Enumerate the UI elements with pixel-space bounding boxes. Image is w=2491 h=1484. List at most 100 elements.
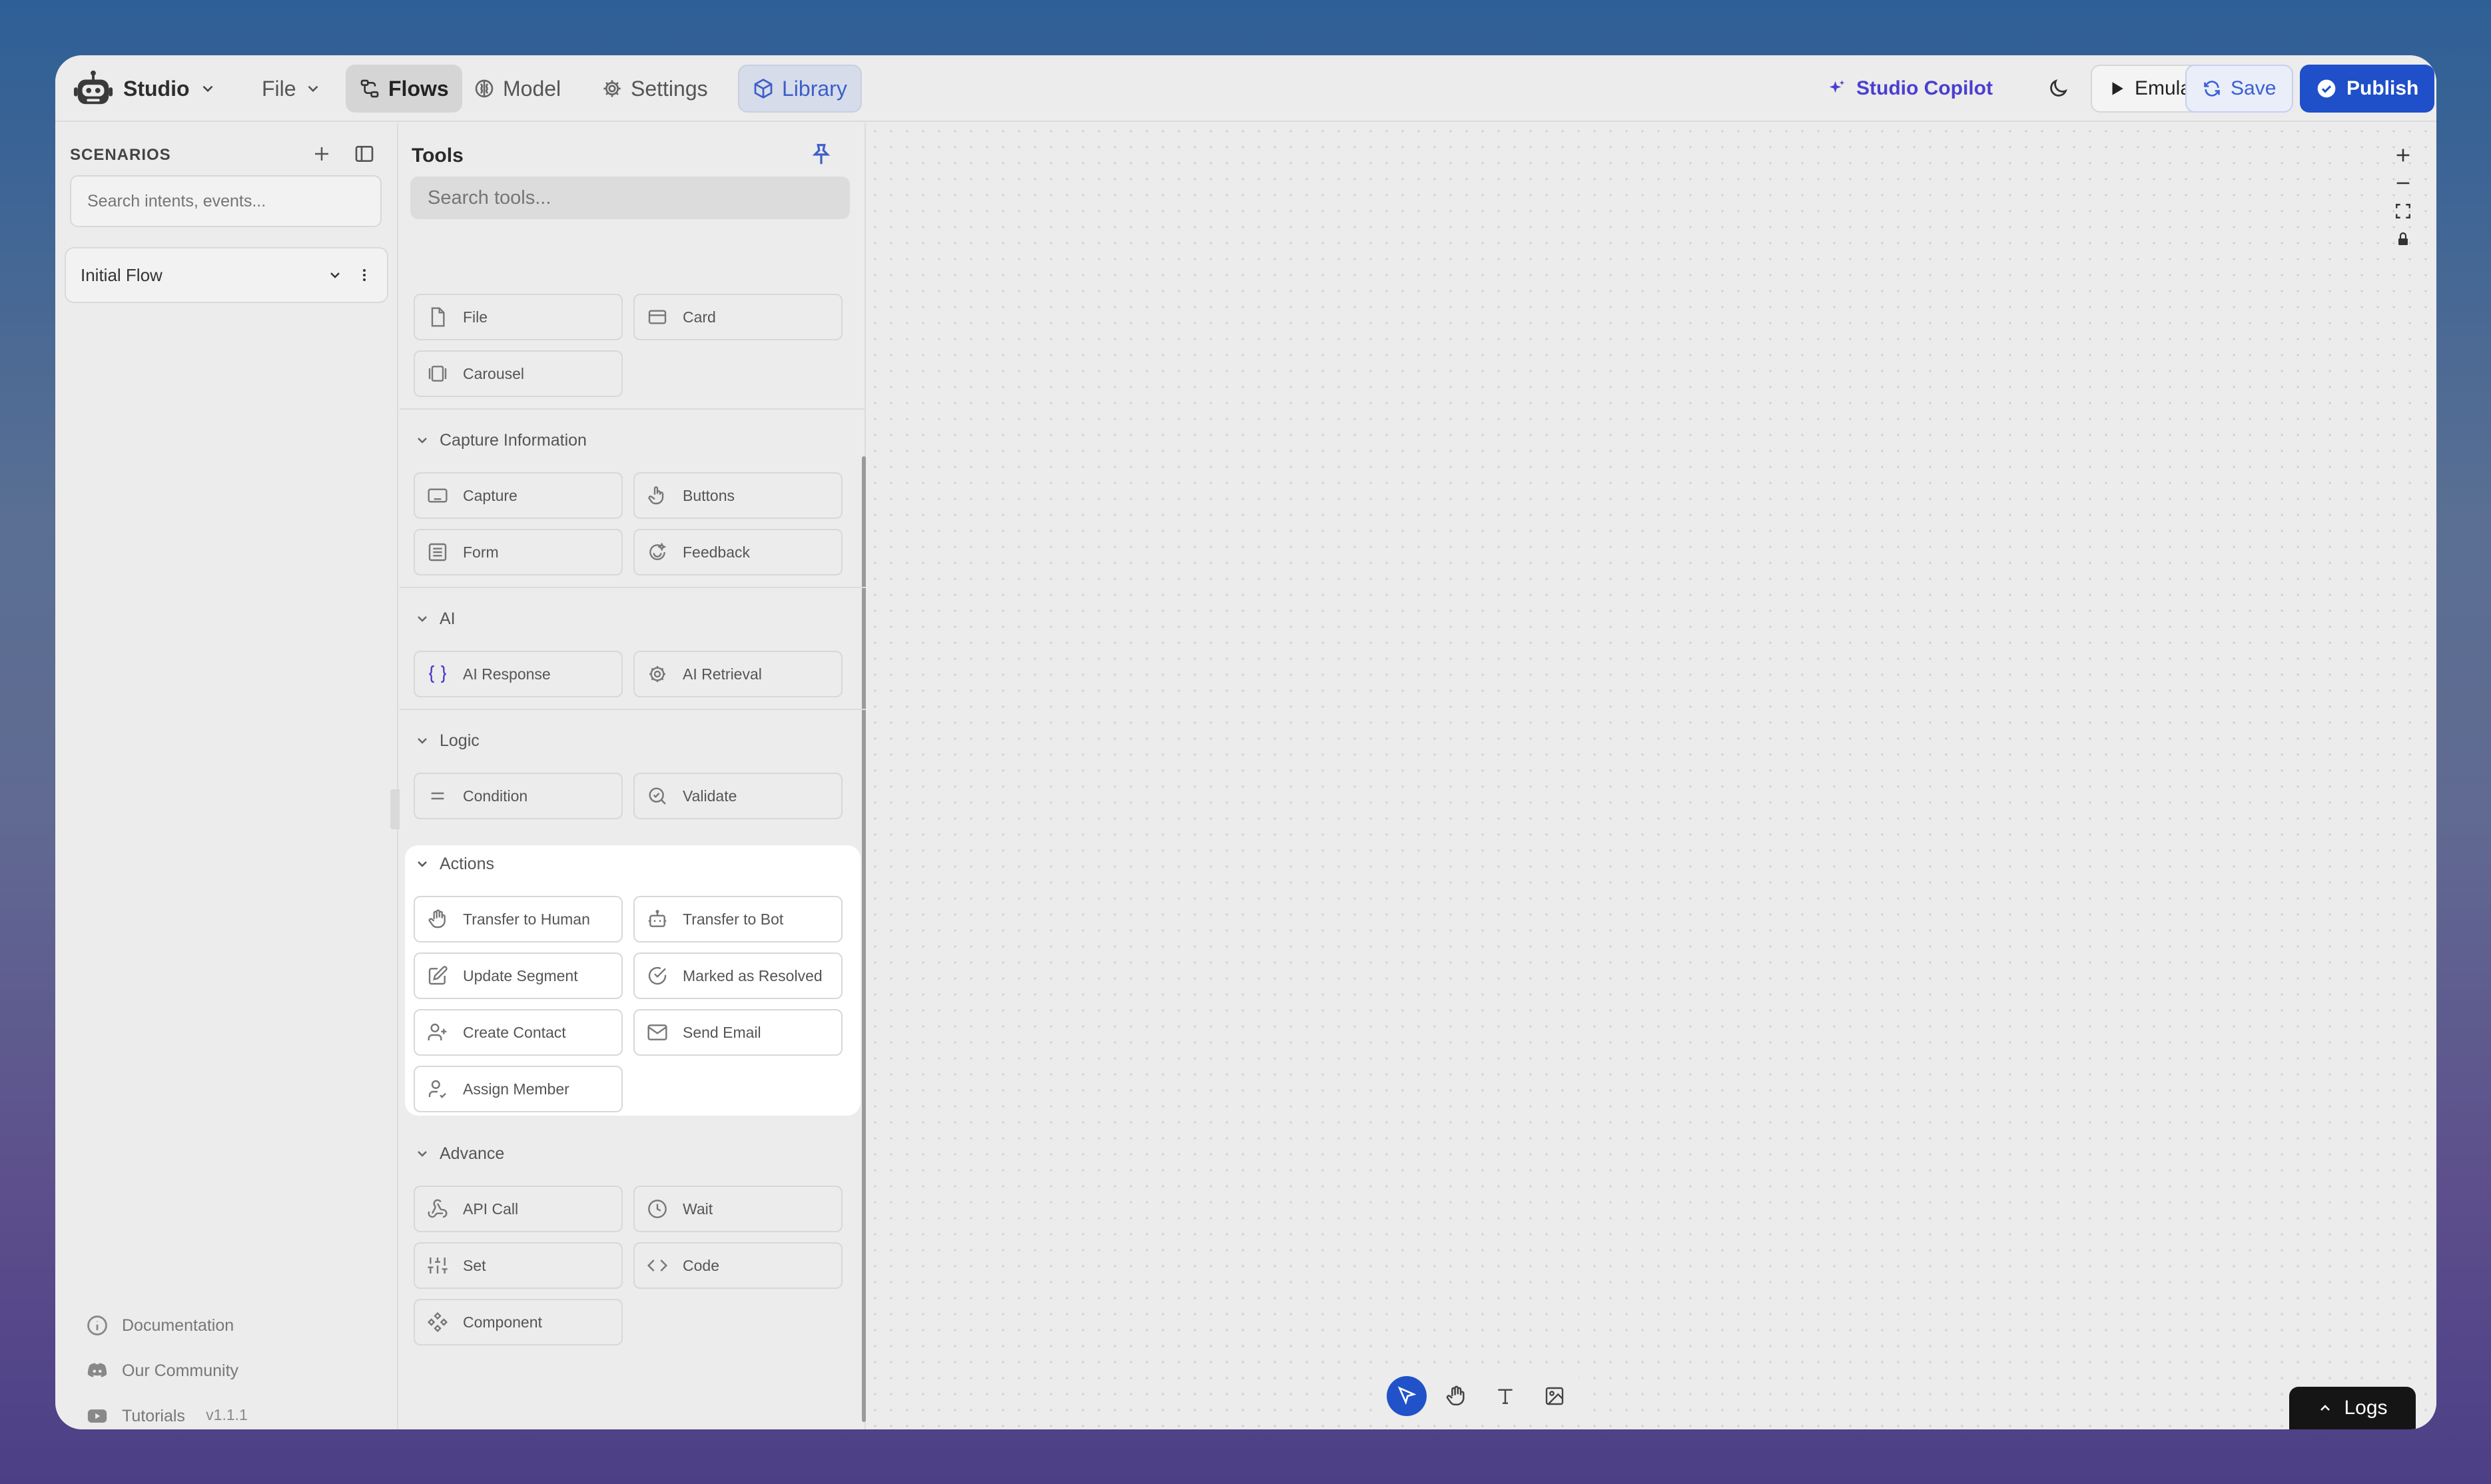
- tool-component[interactable]: Component: [414, 1299, 623, 1345]
- more-vertical-icon[interactable]: [356, 267, 372, 283]
- tool-wait[interactable]: Wait: [633, 1186, 843, 1232]
- tool-send-email[interactable]: Send Email: [633, 1009, 843, 1056]
- section-title: Actions: [440, 854, 494, 873]
- tools-title: Tools: [412, 145, 464, 167]
- tool-marked-as-resolved[interactable]: Marked as Resolved: [633, 952, 843, 999]
- user-check-icon: [428, 1080, 446, 1098]
- panel-resize-handle[interactable]: [390, 789, 400, 829]
- flow-item-initial-flow[interactable]: Initial Flow: [65, 247, 388, 303]
- tool-api-call[interactable]: API Call: [414, 1186, 623, 1232]
- logs-button[interactable]: Logs: [2289, 1387, 2416, 1429]
- image-icon: [1545, 1387, 1564, 1405]
- tool-label: AI Retrieval: [683, 665, 762, 683]
- tab-flows-label: Flows: [388, 76, 449, 101]
- refresh-icon: [2204, 81, 2220, 97]
- theme-toggle[interactable]: [2040, 65, 2076, 113]
- tool-set[interactable]: Set: [414, 1242, 623, 1289]
- tool-label: Create Contact: [463, 1023, 566, 1041]
- tool-condition[interactable]: Condition: [414, 773, 623, 819]
- tool-card[interactable]: Card: [633, 294, 843, 340]
- bot-icon: [648, 910, 667, 927]
- tool-label: File: [463, 308, 488, 326]
- section-ai[interactable]: AI: [414, 605, 456, 632]
- tool-code[interactable]: Code: [633, 1242, 843, 1289]
- divider: [400, 587, 866, 588]
- text-tool-button[interactable]: [1485, 1376, 1525, 1416]
- tool-label: Transfer to Human: [463, 910, 590, 928]
- tab-settings[interactable]: Settings: [588, 65, 721, 113]
- scrollbar-thumb[interactable]: [862, 456, 866, 1422]
- tab-model[interactable]: Model: [460, 65, 574, 113]
- tool-update-segment[interactable]: Update Segment: [414, 952, 623, 999]
- flow-canvas[interactable]: Logs: [867, 123, 2436, 1429]
- chevron-down-icon: [418, 738, 427, 744]
- equals-icon: [431, 792, 444, 800]
- app-version: v1.1.1: [206, 1406, 248, 1423]
- scenarios-heading: SCENARIOS: [70, 146, 171, 164]
- tab-flows[interactable]: Flows: [346, 65, 462, 113]
- package-icon: [754, 79, 773, 99]
- select-tool-button[interactable]: [1387, 1376, 1427, 1416]
- tool-buttons[interactable]: Buttons: [633, 472, 843, 519]
- zoom-out-button[interactable]: [2390, 171, 2416, 195]
- tool-label: Validate: [683, 787, 737, 805]
- publish-button[interactable]: Publish: [2300, 65, 2435, 113]
- section-advance[interactable]: Advance: [414, 1140, 504, 1167]
- chevron-down-icon: [418, 438, 427, 444]
- tool-assign-member[interactable]: Assign Member: [414, 1066, 623, 1112]
- documentation-link[interactable]: Documentation: [86, 1309, 234, 1342]
- save-button[interactable]: Save: [2185, 65, 2294, 113]
- tool-label: Card: [683, 308, 716, 326]
- check-circle-icon: [2317, 79, 2336, 98]
- cursor-icon: [1397, 1386, 1417, 1405]
- tool-label: Assign Member: [463, 1080, 569, 1098]
- section-actions[interactable]: Actions: [414, 851, 494, 877]
- section-title: Advance: [440, 1144, 505, 1163]
- chevron-up-icon: [2320, 1405, 2330, 1411]
- card-icon: [648, 310, 667, 324]
- clock-icon: [648, 1200, 667, 1218]
- studio-copilot-label: Studio Copilot: [1856, 77, 1993, 99]
- moon-icon: [2050, 79, 2068, 97]
- tab-library[interactable]: Library: [738, 65, 862, 113]
- documentation-label: Documentation: [122, 1315, 234, 1335]
- tab-settings-label: Settings: [631, 76, 708, 101]
- tool-file[interactable]: File: [414, 294, 623, 340]
- add-scenario-button[interactable]: [308, 141, 335, 167]
- tools-search-input[interactable]: [410, 177, 850, 219]
- scenario-search-input[interactable]: [70, 175, 382, 227]
- tool-ai-retrieval[interactable]: AI Retrieval: [633, 651, 843, 697]
- tab-model-label: Model: [503, 76, 561, 101]
- image-tool-button[interactable]: [1535, 1376, 1575, 1416]
- tool-transfer-to-human[interactable]: Transfer to Human: [414, 896, 623, 942]
- tool-carousel[interactable]: Carousel: [414, 350, 623, 397]
- section-logic[interactable]: Logic: [414, 727, 480, 754]
- brand-menu[interactable]: Studio: [73, 67, 216, 110]
- tool-label: Feedback: [683, 543, 751, 561]
- tool-validate[interactable]: Validate: [633, 773, 843, 819]
- component-icon: [427, 1311, 448, 1333]
- tool-create-contact[interactable]: Create Contact: [414, 1009, 623, 1056]
- pan-tool-button[interactable]: [1436, 1376, 1476, 1416]
- tool-ai-response[interactable]: AI Response: [414, 651, 623, 697]
- tool-transfer-to-bot[interactable]: Transfer to Bot: [633, 896, 843, 942]
- tool-capture[interactable]: Capture: [414, 472, 623, 519]
- chevron-down-icon: [418, 861, 427, 867]
- file-menu[interactable]: File: [248, 65, 335, 113]
- fit-view-button[interactable]: [2390, 199, 2416, 223]
- section-capture-information[interactable]: Capture Information: [414, 427, 587, 454]
- hand-icon: [428, 909, 446, 928]
- toggle-sidebar-button[interactable]: [351, 141, 378, 167]
- lock-button[interactable]: [2390, 227, 2416, 251]
- brain-icon: [475, 79, 494, 98]
- pin-icon[interactable]: [809, 142, 834, 167]
- save-label: Save: [2231, 77, 2277, 99]
- tool-form[interactable]: Form: [414, 529, 623, 575]
- zoom-in-button[interactable]: [2390, 143, 2416, 167]
- tool-label: Condition: [463, 787, 528, 805]
- tool-feedback[interactable]: Feedback: [633, 529, 843, 575]
- community-link[interactable]: Our Community: [86, 1354, 238, 1387]
- studio-copilot-button[interactable]: Studio Copilot: [1820, 65, 1999, 113]
- chevron-down-icon[interactable]: [327, 267, 343, 283]
- tool-label: Code: [683, 1256, 719, 1274]
